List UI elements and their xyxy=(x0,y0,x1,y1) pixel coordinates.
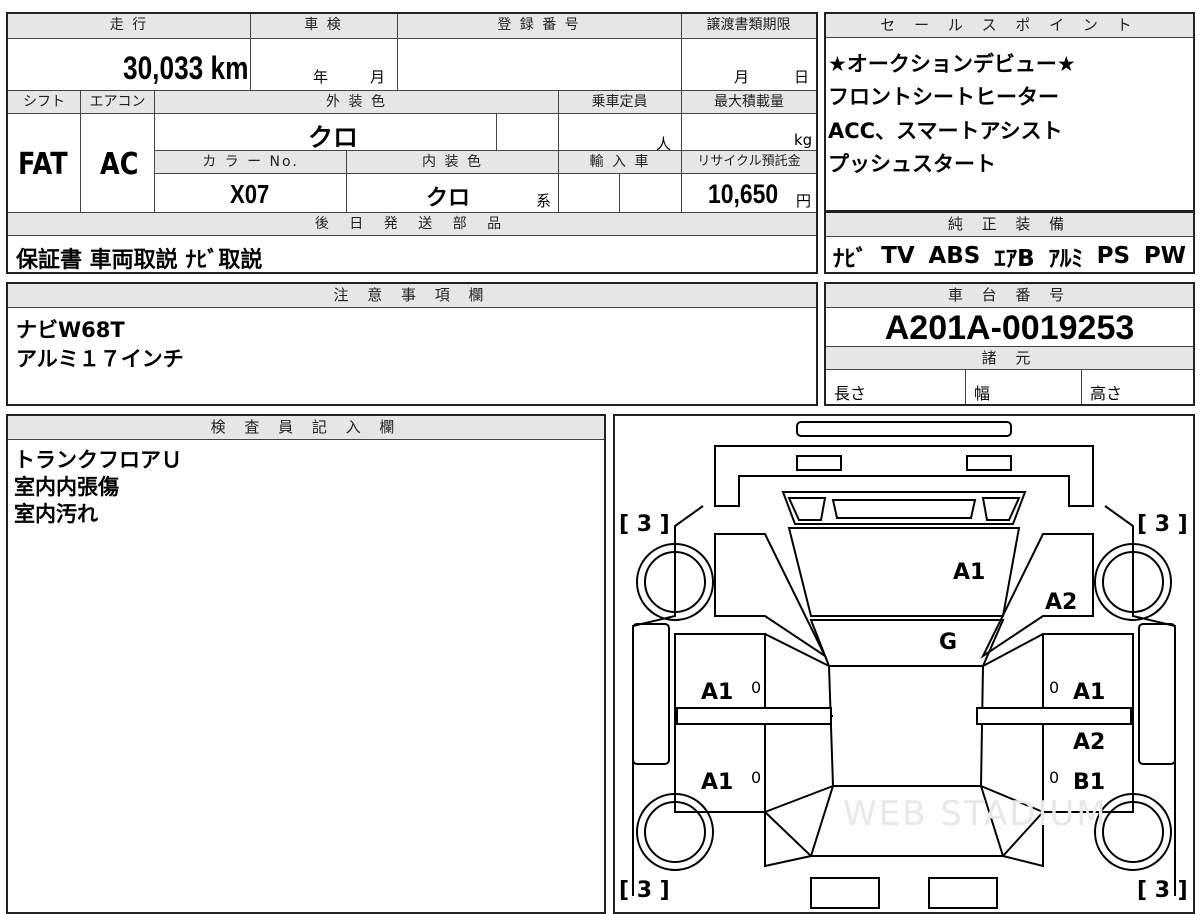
import-header: 輸 入 車 xyxy=(559,151,681,173)
notes-line: アルミ１７インチ xyxy=(16,347,184,371)
damage-mark: B1 xyxy=(1073,770,1106,795)
sales-point-box: セ ー ル ス ポ イ ン ト ★オークションデビュー★ フロントシートヒーター… xyxy=(824,12,1195,212)
sales-line: ★オークションデビュー★ xyxy=(828,52,1076,76)
max-load-header: 最大積載量 xyxy=(682,91,816,113)
exterior-color-value: クロ xyxy=(308,123,359,152)
inspector-line: 室内汚れ xyxy=(14,502,98,526)
transfer-deadline-header: 譲渡書類期限 xyxy=(681,14,816,38)
damage-mark: A1 xyxy=(701,770,734,795)
rear-light-right xyxy=(966,455,1012,471)
tire-tread-rear-left: [ 3 ] xyxy=(619,512,670,537)
inspection-year-label: 年 xyxy=(313,68,329,86)
registration-header: 登 録 番 号 xyxy=(397,14,681,38)
inspector-line: 室内内張傷 xyxy=(14,475,119,499)
equipment-item-airbag: ｴｱB xyxy=(994,246,1035,272)
sales-point-header: セ ー ル ス ポ イ ン ト xyxy=(826,14,1193,38)
equipment-header: 純 正 装 備 xyxy=(826,213,1193,237)
inspector-line: トランクフロアＵ xyxy=(14,448,182,472)
width-label: 幅 xyxy=(974,384,991,403)
mileage-header: 走 行 xyxy=(8,14,250,38)
zero-mark: 0 xyxy=(751,678,762,697)
equipment-item-navi: ﾅﾋﾞ xyxy=(832,246,868,272)
zero-mark: 0 xyxy=(1049,768,1060,787)
rear-body xyxy=(714,445,1094,507)
watermark: WEB STADIUM xyxy=(843,794,1108,834)
damage-mark: A1 xyxy=(1073,680,1106,705)
inspector-box: 検 査 員 記 入 欄 トランクフロアＵ 室内内張傷 室内汚れ xyxy=(6,414,606,914)
cabin xyxy=(827,665,985,787)
damage-mark: A1 xyxy=(953,560,986,585)
mileage-value: 30,033 km xyxy=(123,50,249,86)
chassis-header: 車 台 番 号 xyxy=(826,284,1193,308)
chassis-number: A201A-0019253 xyxy=(884,309,1135,347)
inspection-month-label: 月 xyxy=(370,68,386,86)
ac-header: エアコン xyxy=(81,91,154,113)
recycle-deposit-value: 10,650 xyxy=(708,179,779,209)
equipment-item-ps: PS xyxy=(1096,243,1131,269)
zero-mark: 0 xyxy=(751,768,762,787)
spec-header: 諸 元 xyxy=(826,346,1193,370)
equipment-item-abs: ABS xyxy=(928,243,981,269)
transfer-day-label: 日 xyxy=(794,68,810,86)
rear-light-left xyxy=(796,455,842,471)
later-shipping-header: 後 日 発 送 部 品 xyxy=(8,213,816,235)
color-number-header: カ ラ ー No. xyxy=(155,151,346,173)
tire-tread-front-right: [ 3 ] xyxy=(1137,878,1188,903)
equipment-box: 純 正 装 備 ﾅﾋﾞ TV ABS ｴｱB ｱﾙﾐ PS PW xyxy=(824,211,1195,274)
later-shipping-value: 保証書 車両取説 ﾅﾋﾞ取説 xyxy=(16,248,263,273)
shift-value: FAT xyxy=(18,147,68,182)
notes-line: ナビW68T xyxy=(16,318,125,342)
equipment-item-pw: PW xyxy=(1143,243,1187,269)
equipment-item-alloy: ｱﾙﾐ xyxy=(1048,246,1083,272)
max-load-unit: kg xyxy=(794,131,813,149)
shift-header: シフト xyxy=(8,91,80,113)
interior-color-header: 内 装 色 xyxy=(347,151,558,173)
interior-color-suffix: 系 xyxy=(536,192,552,210)
inspector-header: 検 査 員 記 入 欄 xyxy=(8,416,604,440)
height-label: 高さ xyxy=(1090,384,1123,403)
windshield xyxy=(809,619,1005,667)
sales-line: ACC、スマートアシスト xyxy=(828,119,1063,143)
damage-mark: A1 xyxy=(701,680,734,705)
equipment-item-tv: TV xyxy=(881,243,915,269)
tire-tread-rear-right: [ 3 ] xyxy=(1137,512,1188,537)
recycle-deposit-unit: 円 xyxy=(796,192,812,210)
tire-tread-front-left: [ 3 ] xyxy=(619,878,670,903)
chassis-box: 車 台 番 号 A201A-0019253 諸 元 長さ 幅 高さ xyxy=(824,282,1195,406)
color-number-value: X07 xyxy=(230,179,270,209)
notes-header: 注 意 事 項 欄 xyxy=(8,284,816,308)
recycle-deposit-header: リサイクル預託金 xyxy=(682,151,816,173)
sales-line: フロントシートヒーター xyxy=(828,85,1059,109)
length-label: 長さ xyxy=(834,384,867,403)
zero-mark: 0 xyxy=(1049,678,1060,697)
ac-value: AC xyxy=(100,147,139,182)
interior-color-value: クロ xyxy=(426,186,471,211)
inspection-header: 車 検 xyxy=(250,14,397,38)
transfer-month-label: 月 xyxy=(734,68,750,86)
rear-bumper xyxy=(796,421,1012,437)
car-diagram xyxy=(632,421,1176,909)
damage-mark: A2 xyxy=(1045,590,1078,615)
sales-line: プッシュスタート xyxy=(828,152,996,176)
damage-mark: G xyxy=(939,630,958,655)
exterior-color-header: 外 装 色 xyxy=(155,91,558,113)
car-diagram-box: [ 3 ] [ 3 ] [ 3 ] [ 3 ] A1 A2 G A1 0 0 A… xyxy=(613,414,1195,914)
capacity-header: 乗車定員 xyxy=(558,91,681,113)
damage-mark: A2 xyxy=(1073,730,1106,755)
vehicle-info-table: 走 行 車 検 登 録 番 号 譲渡書類期限 30,033 km 年 月 月 日… xyxy=(6,12,818,274)
notes-box: 注 意 事 項 欄 ナビW68T アルミ１７インチ xyxy=(6,282,818,406)
